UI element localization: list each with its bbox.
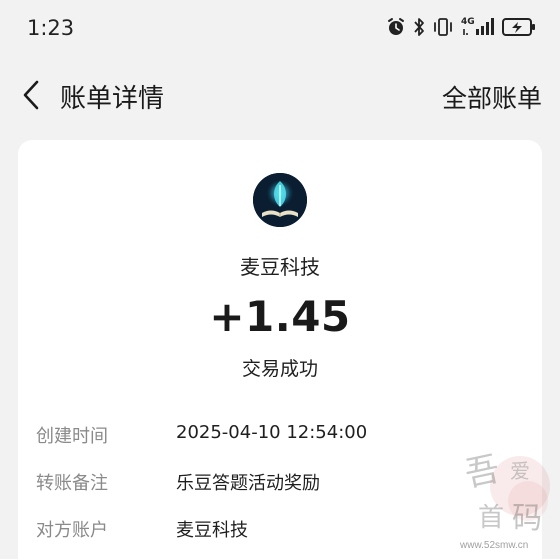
detail-value: 麦豆科技: [176, 520, 248, 541]
detail-row-transfer-note: 转账备注 乐豆答题活动奖励: [36, 469, 526, 499]
page-title: 账单详情: [60, 84, 165, 114]
detail-label: 创建时间: [36, 426, 108, 447]
status-icons: 4G: [386, 17, 536, 37]
chevron-left-icon: [23, 80, 39, 110]
signal-icon: 4G: [461, 17, 495, 37]
transaction-card: 麦豆科技 +1.45 交易成功 创建时间 2025-04-10 12:54:00…: [18, 140, 542, 559]
glowing-book-leaf-logo: [253, 173, 307, 227]
detail-value: 2025-04-10 12:54:00: [176, 422, 368, 443]
alarm-icon: [388, 18, 404, 35]
back-button[interactable]: [16, 78, 46, 112]
nav-bar: 账单详情 全部账单: [0, 64, 560, 124]
status-bar: 1:23 4G: [0, 0, 560, 60]
detail-value: 乐豆答题活动奖励: [176, 473, 320, 494]
bluetooth-icon: [414, 18, 424, 36]
detail-label: 转账备注: [36, 473, 108, 494]
transaction-status: 交易成功: [241, 358, 318, 380]
vibrate-icon: [434, 18, 452, 36]
detail-row-counterparty: 对方账户 麦豆科技: [36, 516, 526, 546]
transaction-amount: +1.45: [209, 292, 351, 341]
merchant-name: 麦豆科技: [240, 255, 320, 279]
battery-charging-icon: [502, 18, 535, 36]
status-time: 1:23: [27, 16, 75, 40]
detail-row-created-time: 创建时间 2025-04-10 12:54:00: [36, 422, 526, 452]
all-bills-link[interactable]: 全部账单: [442, 79, 542, 115]
detail-label: 对方账户: [36, 520, 108, 541]
merchant-logo: [253, 173, 307, 227]
